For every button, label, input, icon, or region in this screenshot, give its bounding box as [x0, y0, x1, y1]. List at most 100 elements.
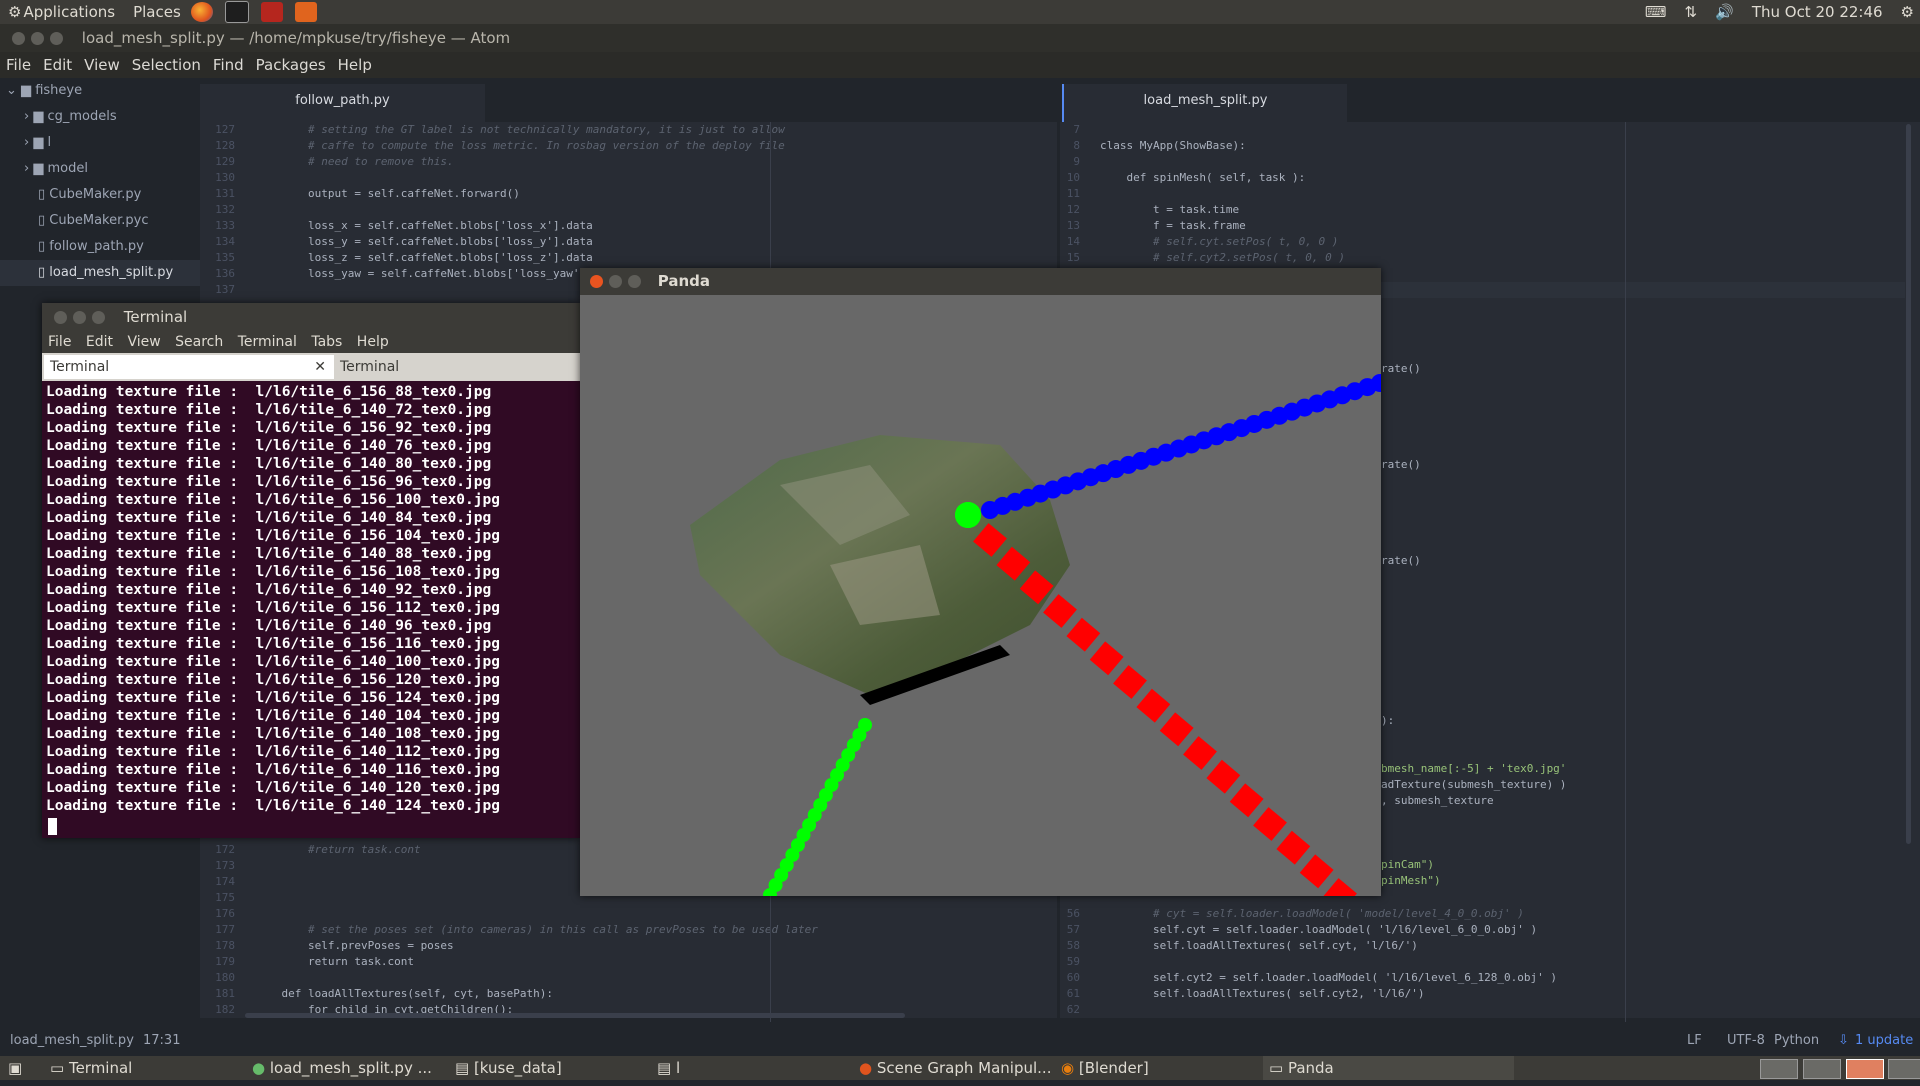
line-number[interactable]: 172: [195, 842, 235, 858]
line-number[interactable]: 15: [1040, 250, 1080, 266]
line-number[interactable]: 175: [195, 890, 235, 906]
tree-item-follow-path[interactable]: ▯ follow_path.py: [0, 234, 200, 260]
line-number[interactable]: 9: [1040, 154, 1080, 170]
workspace-4[interactable]: [1888, 1059, 1920, 1079]
maximize-icon[interactable]: [628, 275, 641, 288]
line-number[interactable]: 58: [1040, 938, 1080, 954]
menu-help[interactable]: Help: [357, 334, 389, 350]
line-number[interactable]: 137: [195, 282, 235, 298]
status-file[interactable]: load_mesh_split.py: [10, 1028, 134, 1054]
menu-packages[interactable]: Packages: [256, 56, 326, 74]
line-number[interactable]: 12: [1040, 202, 1080, 218]
workspace-3[interactable]: [1845, 1059, 1884, 1079]
line-number[interactable]: 11: [1040, 186, 1080, 202]
workspace-1[interactable]: [1760, 1059, 1798, 1079]
system-gear-icon[interactable]: ⚙: [1901, 3, 1914, 21]
line-number[interactable]: 179: [195, 954, 235, 970]
line-number[interactable]: 176: [195, 906, 235, 922]
maximize-icon[interactable]: [92, 311, 105, 324]
menu-tabs[interactable]: Tabs: [311, 334, 342, 350]
tab-load-mesh-split[interactable]: load_mesh_split.py: [1062, 84, 1347, 122]
taskbar-item-l[interactable]: ▤ l: [657, 1056, 680, 1080]
tree-item-model[interactable]: › ▆ model: [0, 156, 200, 182]
close-icon[interactable]: ✕: [314, 355, 326, 379]
line-number[interactable]: 127: [195, 122, 235, 138]
tree-item-l[interactable]: › ▆ l: [0, 130, 200, 156]
menu-edit[interactable]: Edit: [86, 334, 113, 350]
line-number[interactable]: 134: [195, 234, 235, 250]
show-desktop-icon[interactable]: ▣: [8, 1056, 22, 1080]
panda-viewport[interactable]: [580, 295, 1381, 896]
line-number[interactable]: 13: [1040, 218, 1080, 234]
line-number[interactable]: 132: [195, 202, 235, 218]
line-number[interactable]: 129: [195, 154, 235, 170]
places-menu[interactable]: Places: [133, 3, 181, 21]
close-icon[interactable]: [54, 311, 67, 324]
line-number[interactable]: 60: [1040, 970, 1080, 986]
line-number[interactable]: 62: [1040, 1002, 1080, 1018]
menu-selection[interactable]: Selection: [132, 56, 201, 74]
ubuntu-logo-icon[interactable]: ⚙: [8, 3, 21, 21]
status-cursor[interactable]: 17:31: [143, 1028, 180, 1054]
menu-terminal[interactable]: Terminal: [238, 334, 297, 350]
line-number[interactable]: 135: [195, 250, 235, 266]
vertical-scrollbar[interactable]: [1906, 124, 1911, 844]
taskbar-item-panda[interactable]: ▭ Panda: [1263, 1056, 1514, 1080]
line-number[interactable]: 130: [195, 170, 235, 186]
maximize-icon[interactable]: [50, 32, 63, 45]
terminal-tab-1[interactable]: Terminal ✕: [44, 355, 334, 379]
line-number[interactable]: 57: [1040, 922, 1080, 938]
line-number[interactable]: 8: [1040, 138, 1080, 154]
line-number[interactable]: 56: [1040, 906, 1080, 922]
taskbar-item-files[interactable]: ▤ [kuse_data]: [455, 1056, 562, 1080]
minimize-icon[interactable]: [609, 275, 622, 288]
line-number[interactable]: 131: [195, 186, 235, 202]
menu-help[interactable]: Help: [338, 56, 372, 74]
line-number[interactable]: 181: [195, 986, 235, 1002]
line-number[interactable]: 178: [195, 938, 235, 954]
firefox-launcher-icon[interactable]: [190, 2, 213, 22]
minimize-icon[interactable]: [73, 311, 86, 324]
tree-root[interactable]: ⌄ ▆ fisheye: [0, 78, 200, 104]
terminal-launcher-icon[interactable]: [224, 1, 249, 23]
clock[interactable]: Thu Oct 20 22:46: [1752, 3, 1883, 21]
taskbar-item-terminal[interactable]: ▭ Terminal: [50, 1056, 132, 1080]
line-number[interactable]: 133: [195, 218, 235, 234]
line-number[interactable]: 177: [195, 922, 235, 938]
line-number[interactable]: 7: [1040, 122, 1080, 138]
line-number[interactable]: 128: [195, 138, 235, 154]
image-viewer-launcher-icon[interactable]: [294, 2, 317, 22]
line-number[interactable]: 14: [1040, 234, 1080, 250]
line-number[interactable]: 136: [195, 266, 235, 282]
taskbar-item-atom[interactable]: ● load_mesh_split.py ...: [252, 1056, 432, 1080]
tab-follow-path[interactable]: follow_path.py: [200, 84, 485, 122]
network-icon[interactable]: ⇅: [1685, 3, 1698, 21]
menu-find[interactable]: Find: [213, 56, 244, 74]
line-number[interactable]: 10: [1040, 170, 1080, 186]
update-icon[interactable]: ⇩: [1838, 1028, 1849, 1054]
taskbar-item-blender[interactable]: ◉ [Blender]: [1061, 1056, 1149, 1080]
line-number[interactable]: 180: [195, 970, 235, 986]
volume-icon[interactable]: 🔊: [1715, 3, 1734, 21]
menu-edit[interactable]: Edit: [43, 56, 72, 74]
horizontal-scrollbar[interactable]: [245, 1013, 905, 1018]
close-icon[interactable]: [590, 275, 603, 288]
terminal-tab-2[interactable]: Terminal: [334, 355, 580, 379]
workspace-switcher[interactable]: [1760, 1056, 1920, 1080]
line-number[interactable]: 59: [1040, 954, 1080, 970]
menu-file[interactable]: File: [48, 334, 71, 350]
keyboard-icon[interactable]: ⌨: [1645, 3, 1667, 21]
status-line-ending[interactable]: LF: [1687, 1028, 1702, 1054]
status-encoding[interactable]: UTF-8: [1727, 1028, 1765, 1054]
close-icon[interactable]: [12, 32, 25, 45]
status-updates[interactable]: 1 update: [1855, 1028, 1913, 1054]
line-number[interactable]: 182: [195, 1002, 235, 1018]
line-number[interactable]: 61: [1040, 986, 1080, 1002]
status-grammar[interactable]: Python: [1774, 1028, 1819, 1054]
tree-item-cg-models[interactable]: › ▆ cg_models: [0, 104, 200, 130]
office-launcher-icon[interactable]: [260, 2, 283, 22]
tree-item-cubemaker-py[interactable]: ▯ CubeMaker.py: [0, 182, 200, 208]
code-block-bottom-right[interactable]: 56 # cyt = self.loader.loadModel( 'model…: [1040, 906, 1557, 1018]
minimize-icon[interactable]: [31, 32, 44, 45]
code-block-top-right[interactable]: 7 8 class MyApp(ShowBase): 9 10 def spinMesh…: [1040, 122, 1345, 266]
